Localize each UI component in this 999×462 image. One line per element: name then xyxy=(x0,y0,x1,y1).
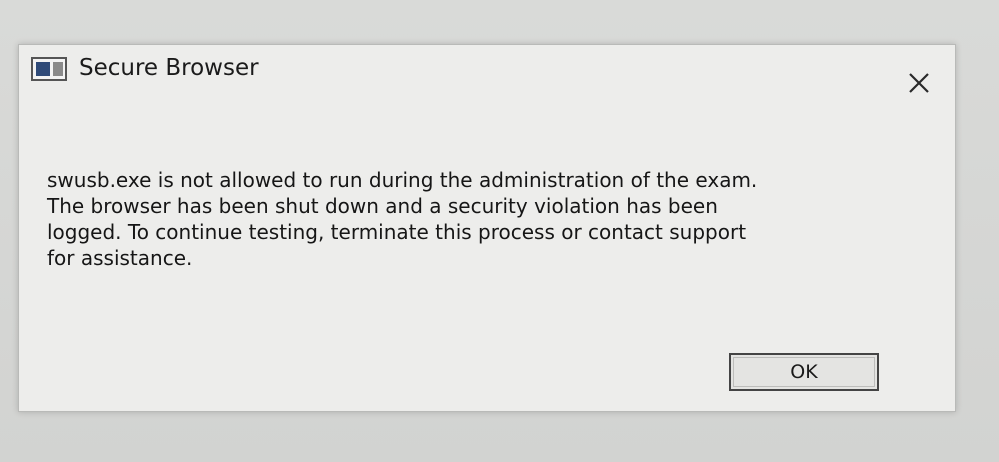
ok-button[interactable]: OK xyxy=(729,353,879,391)
app-icon-window-glyph xyxy=(36,62,50,76)
close-icon xyxy=(909,73,929,93)
secure-browser-app-icon xyxy=(31,57,67,81)
close-button[interactable] xyxy=(901,65,937,101)
dialog-title: Secure Browser xyxy=(79,55,259,81)
secure-browser-dialog: Secure Browser swusb.exe is not allowed … xyxy=(18,44,956,412)
app-icon-bar-glyph xyxy=(53,62,63,76)
dialog-titlebar: Secure Browser xyxy=(19,45,955,105)
screen-background: Secure Browser swusb.exe is not allowed … xyxy=(0,0,999,462)
dialog-message: swusb.exe is not allowed to run during t… xyxy=(47,168,758,270)
